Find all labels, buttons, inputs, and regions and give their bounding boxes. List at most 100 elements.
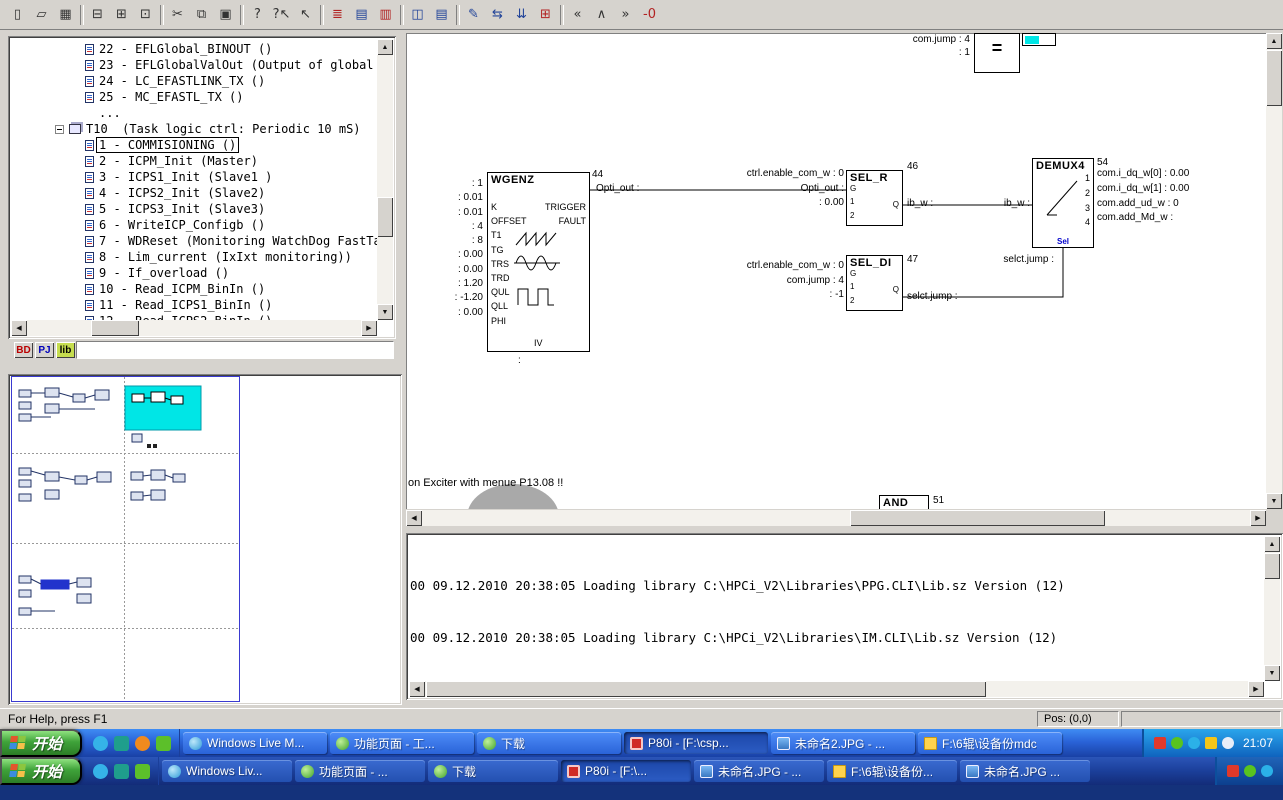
scroll-down-icon[interactable] bbox=[1264, 665, 1280, 681]
scroll-left-icon[interactable] bbox=[406, 510, 422, 526]
scroll-thumb[interactable] bbox=[1266, 50, 1282, 106]
taskbar2-button-unnamed-jpg2[interactable]: 未命名.JPG ... bbox=[960, 760, 1090, 782]
quick-launch-icon-4[interactable] bbox=[156, 736, 171, 751]
tree-collapse-icon[interactable] bbox=[55, 125, 64, 134]
quick-launch-icon-2[interactable] bbox=[114, 736, 129, 751]
tree-item[interactable]: 11 - Read_ICPS1_BinIn () bbox=[11, 297, 377, 313]
tree-vertical-scrollbar[interactable] bbox=[377, 39, 393, 320]
zero-button[interactable]: -0 bbox=[638, 3, 661, 26]
tree-item[interactable]: 3 - ICPS1_Init (Slave1 ) bbox=[11, 169, 377, 185]
tab-bd[interactable]: BD bbox=[14, 342, 33, 358]
taskbar2-button-download[interactable]: 下载 bbox=[428, 760, 558, 782]
taskbar2-button-windows-live[interactable]: Windows Liv... bbox=[162, 760, 292, 782]
pointer-button[interactable]: ↖ bbox=[294, 3, 317, 26]
tree-item[interactable]: 23 - EFLGlobalValOut (Output of global v… bbox=[11, 57, 377, 73]
tree-item[interactable]: 1 - COMMISIONING () bbox=[11, 137, 377, 153]
scroll-thumb[interactable] bbox=[426, 681, 986, 697]
tree-item[interactable]: 6 - WriteICP_Configb () bbox=[11, 217, 377, 233]
scroll-up-icon[interactable] bbox=[377, 39, 393, 55]
quick-launch-icon-3[interactable] bbox=[135, 736, 150, 751]
scroll-right-icon[interactable] bbox=[1248, 681, 1264, 697]
tab-pj[interactable]: PJ bbox=[35, 342, 54, 358]
tray-icon-2[interactable] bbox=[1171, 737, 1183, 749]
eq-block[interactable]: = bbox=[974, 33, 1020, 73]
scroll-right-icon[interactable] bbox=[1250, 510, 1266, 526]
nav-first-button[interactable]: « bbox=[566, 3, 589, 26]
log-horizontal-scrollbar[interactable] bbox=[409, 681, 1264, 697]
paste-button[interactable]: ▣ bbox=[214, 3, 237, 26]
and-block[interactable]: AND bbox=[879, 495, 929, 509]
scroll-thumb[interactable] bbox=[1264, 553, 1280, 579]
taskbar-button-unnamed2-jpg[interactable]: 未命名2.JPG - ... bbox=[771, 732, 915, 754]
tray-icon-5[interactable] bbox=[1222, 737, 1234, 749]
scroll-left-icon[interactable] bbox=[409, 681, 425, 697]
taskbar-button-download[interactable]: 下载 bbox=[477, 732, 621, 754]
db-view-button[interactable]: ▤ bbox=[350, 3, 373, 26]
scroll-left-icon[interactable] bbox=[11, 320, 27, 336]
print-button[interactable]: ⊟ bbox=[86, 3, 109, 26]
overview-navigator-panel[interactable] bbox=[8, 374, 402, 705]
scroll-thumb[interactable] bbox=[91, 320, 139, 336]
scroll-right-icon[interactable] bbox=[361, 320, 377, 336]
new-file-button[interactable]: ▯ bbox=[6, 3, 29, 26]
canvas-vertical-scrollbar[interactable] bbox=[1266, 33, 1282, 509]
taskbar2-button-p80i[interactable]: P80i - [F:\... bbox=[561, 760, 691, 782]
start-button[interactable]: 开始 bbox=[0, 729, 82, 757]
page-setup-button[interactable]: ⊡ bbox=[134, 3, 157, 26]
help-button[interactable]: ? bbox=[246, 3, 269, 26]
taskbar-button-windows-live[interactable]: Windows Live M... bbox=[183, 732, 327, 754]
tray-icon-1[interactable] bbox=[1154, 737, 1166, 749]
tile-windows-button[interactable]: ◫ bbox=[406, 3, 429, 26]
diagram-canvas[interactable]: com.jump : 4 : 1 = : 1 : 0.01 : 0.01 : 4… bbox=[406, 33, 1266, 509]
build-all-button[interactable]: ⊞ bbox=[534, 3, 557, 26]
taskbar2-button-unnamed-jpg[interactable]: 未命名.JPG - ... bbox=[694, 760, 824, 782]
scroll-up-icon[interactable] bbox=[1264, 536, 1280, 552]
tray-icon-1[interactable] bbox=[1227, 765, 1239, 777]
tree-item[interactable]: 8 - Lim_current (IxIxt monitoring)) bbox=[11, 249, 377, 265]
tray-icon-4[interactable] bbox=[1205, 737, 1217, 749]
sel-r-block[interactable]: SEL_R G 1 2 Q bbox=[846, 170, 903, 226]
scroll-thumb[interactable] bbox=[850, 510, 1105, 526]
download-button[interactable]: ⇊ bbox=[510, 3, 533, 26]
quick-launch-icon-1[interactable] bbox=[93, 736, 108, 751]
save-button[interactable]: ▦ bbox=[54, 3, 77, 26]
sel-di-block[interactable]: SEL_DI G 1 2 Q bbox=[846, 255, 903, 311]
tree-item[interactable]: 4 - ICPS2_Init (Slave2) bbox=[11, 185, 377, 201]
taskbar-button-p80i[interactable]: P80i - [F:\csp... bbox=[624, 732, 768, 754]
tree-item[interactable]: 25 - MC_EFASTL_TX () bbox=[11, 89, 377, 105]
scroll-up-icon[interactable] bbox=[1266, 33, 1282, 49]
quick-launch-icon-1[interactable] bbox=[93, 764, 108, 779]
tree-item[interactable]: ... bbox=[11, 105, 377, 121]
quick-launch-icon-2[interactable] bbox=[114, 764, 129, 779]
tree-item[interactable]: 7 - WDReset (Monitoring WatchDog FastTas… bbox=[11, 233, 377, 249]
taskbar-button-function-page[interactable]: 功能页面 - 工... bbox=[330, 732, 474, 754]
log-output[interactable]: 00 09.12.2010 20:38:05 Loading library C… bbox=[410, 539, 1263, 680]
tray-icon-2[interactable] bbox=[1244, 765, 1256, 777]
tree-item[interactable]: 24 - LC_EFASTLINK_TX () bbox=[11, 73, 377, 89]
taskbar2-button-folder[interactable]: F:\6辊\设备份... bbox=[827, 760, 957, 782]
wgenz-block[interactable]: WGENZ K OFFSET T1 TG TRS TRD QUL QLL bbox=[487, 172, 590, 352]
tree-item[interactable]: 12 - Read_ICPS2_BinIn () bbox=[11, 313, 377, 320]
tray-icon-3[interactable] bbox=[1188, 737, 1200, 749]
taskbar2-button-function-page[interactable]: 功能页面 - ... bbox=[295, 760, 425, 782]
partial-block[interactable] bbox=[1022, 33, 1056, 46]
tree-filter-input[interactable] bbox=[76, 341, 394, 359]
cut-button[interactable]: ✂ bbox=[166, 3, 189, 26]
canvas-horizontal-scrollbar[interactable] bbox=[406, 510, 1266, 526]
taskbar-button-folder-mdc[interactable]: F:\6辊\设备份mdc bbox=[918, 732, 1062, 754]
tray-icon-3[interactable] bbox=[1261, 765, 1273, 777]
nav-next-button[interactable]: » bbox=[614, 3, 637, 26]
nav-up-button[interactable]: ∧ bbox=[590, 3, 613, 26]
context-help-button[interactable]: ?↖ bbox=[270, 3, 293, 26]
log-vertical-scrollbar[interactable] bbox=[1264, 536, 1280, 681]
scroll-down-icon[interactable] bbox=[377, 304, 393, 320]
tree-item[interactable]: 22 - EFLGlobal_BINOUT () bbox=[11, 41, 377, 57]
tree-horizontal-scrollbar[interactable] bbox=[11, 320, 377, 336]
quick-launch-icon-3[interactable] bbox=[135, 764, 150, 779]
compile-button[interactable]: ⇆ bbox=[486, 3, 509, 26]
scroll-thumb[interactable] bbox=[377, 197, 393, 237]
tree-item-task-t10[interactable]: T10 (Task logic ctrl: Periodic 10 mS) bbox=[11, 121, 377, 137]
tree-item[interactable]: 5 - ICPS3_Init (Slave3) bbox=[11, 201, 377, 217]
copy-button[interactable]: ⧉ bbox=[190, 3, 213, 26]
tree-item[interactable]: 2 - ICPM_Init (Master) bbox=[11, 153, 377, 169]
